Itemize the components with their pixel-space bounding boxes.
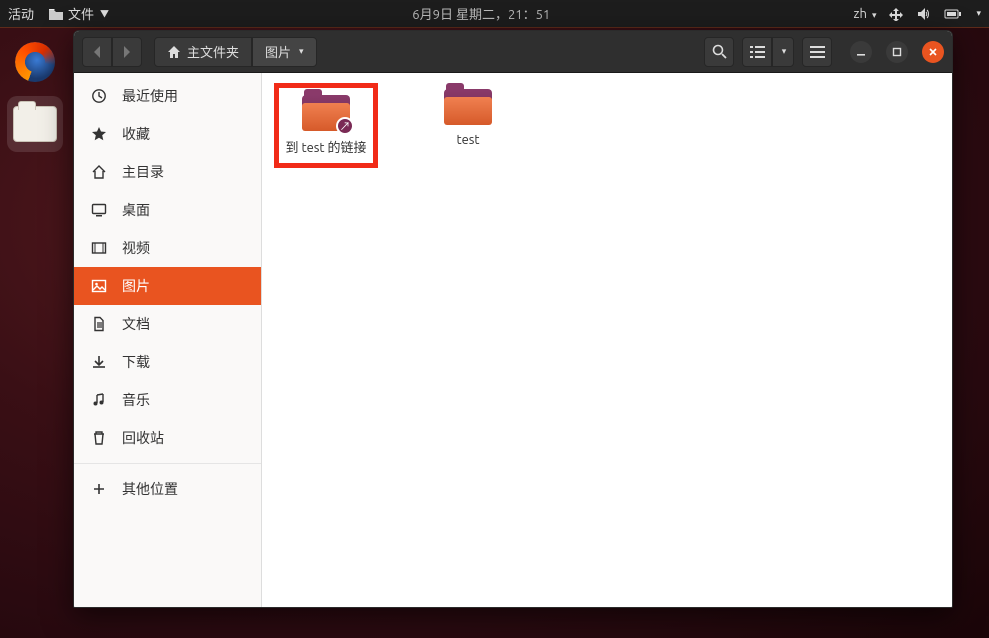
sidebar-item-videos[interactable]: 视频 [74, 229, 261, 267]
icon-view[interactable]: ↗ 到 test 的链接 test [262, 73, 952, 607]
maximize-button[interactable] [886, 41, 908, 63]
clock-icon [90, 88, 108, 104]
sidebar-item-label: 收藏 [122, 124, 150, 144]
folder-icon [48, 7, 64, 21]
sidebar-item-desktop[interactable]: 桌面 [74, 191, 261, 229]
home-icon [167, 45, 181, 59]
chevron-down-icon: ▾ [872, 10, 877, 21]
sidebar-item-starred[interactable]: 收藏 [74, 115, 261, 153]
back-button[interactable] [82, 37, 112, 67]
clock[interactable]: 6月9日 星期二，21：51 [109, 4, 854, 23]
hamburger-icon [810, 45, 825, 58]
chevron-down-icon: ▾ [299, 46, 304, 57]
plus-icon [90, 482, 108, 496]
sidebar-item-label: 其他位置 [122, 479, 178, 499]
shortcut-badge-icon: ↗ [336, 117, 354, 135]
nav-buttons [82, 37, 142, 67]
star-icon [90, 126, 108, 142]
close-icon [928, 47, 938, 57]
volume-icon[interactable] [916, 7, 932, 21]
file-label: test [456, 133, 479, 147]
view-switcher: ▾ [742, 37, 794, 67]
music-icon [90, 392, 108, 408]
network-icon[interactable] [888, 7, 904, 21]
sidebar-item-label: 主目录 [122, 162, 164, 182]
minimize-button[interactable] [850, 41, 872, 63]
sidebar-item-label: 图片 [122, 276, 150, 296]
files-icon [13, 106, 57, 142]
pictures-icon [90, 278, 108, 294]
file-label: 到 test 的链接 [286, 139, 367, 158]
places-sidebar: 最近使用 收藏 主目录 桌面 视频 图片 [74, 73, 262, 607]
firefox-icon [15, 42, 55, 82]
download-icon [90, 354, 108, 370]
desktop-icon [90, 202, 108, 218]
file-item-folder[interactable]: test [420, 87, 516, 147]
maximize-icon [892, 47, 902, 57]
sidebar-item-other-locations[interactable]: 其他位置 [74, 470, 261, 508]
search-icon [712, 44, 727, 59]
sidebar-item-label: 桌面 [122, 200, 150, 220]
dock-item-firefox[interactable] [7, 34, 63, 90]
search-button[interactable] [704, 37, 734, 67]
path-segment-current[interactable]: 图片 ▾ [252, 37, 317, 67]
sidebar-item-home[interactable]: 主目录 [74, 153, 261, 191]
sidebar-item-label: 回收站 [122, 428, 164, 448]
sidebar-item-pictures[interactable]: 图片 [74, 267, 261, 305]
sidebar-item-music[interactable]: 音乐 [74, 381, 261, 419]
input-method-indicator[interactable]: zh ▾ [854, 7, 877, 21]
chevron-down-icon: ▾ [782, 46, 787, 57]
activities-button[interactable]: 活动 [8, 4, 34, 23]
sidebar-item-label: 文档 [122, 314, 150, 334]
path-segment-home[interactable]: 主文件夹 [154, 37, 252, 67]
path-home-label: 主文件夹 [187, 42, 239, 61]
list-icon [750, 45, 765, 58]
sidebar-item-label: 视频 [122, 238, 150, 258]
sidebar-item-label: 最近使用 [122, 86, 178, 106]
home-icon [90, 164, 108, 180]
chevron-down-icon: ▾ [976, 8, 981, 19]
sidebar-item-downloads[interactable]: 下载 [74, 343, 261, 381]
list-view-button[interactable] [742, 37, 772, 67]
chevron-left-icon [92, 45, 102, 59]
sidebar-item-label: 音乐 [122, 390, 150, 410]
dock [0, 28, 70, 638]
files-window: 主文件夹 图片 ▾ ▾ [73, 30, 953, 608]
dock-item-files[interactable] [7, 96, 63, 152]
chevron-right-icon [122, 45, 132, 59]
path-current-label: 图片 [265, 42, 291, 61]
sidebar-item-recent[interactable]: 最近使用 [74, 77, 261, 115]
sidebar-item-documents[interactable]: 文档 [74, 305, 261, 343]
view-options-button[interactable]: ▾ [772, 37, 794, 67]
battery-icon[interactable] [944, 8, 962, 20]
file-item-link[interactable]: ↗ 到 test 的链接 [278, 87, 374, 164]
app-menu[interactable]: 文件 ▼ [48, 4, 109, 23]
window-controls [850, 41, 944, 63]
trash-icon [90, 430, 108, 446]
app-menu-label: 文件 [68, 4, 94, 23]
top-panel: 活动 文件 ▼ 6月9日 星期二，21：51 zh ▾ ▾ [0, 0, 989, 28]
documents-icon [90, 316, 108, 332]
sidebar-separator [74, 463, 261, 464]
main-area: 最近使用 收藏 主目录 桌面 视频 图片 [74, 73, 952, 607]
headerbar: 主文件夹 图片 ▾ ▾ [74, 31, 952, 73]
sidebar-item-trash[interactable]: 回收站 [74, 419, 261, 457]
input-method-label: zh [854, 7, 867, 21]
hamburger-menu-button[interactable] [802, 37, 832, 67]
close-button[interactable] [922, 41, 944, 63]
minimize-icon [856, 47, 866, 57]
sidebar-item-label: 下载 [122, 352, 150, 372]
video-icon [90, 240, 108, 256]
folder-icon [444, 87, 492, 125]
folder-link-icon: ↗ [302, 93, 350, 131]
path-bar: 主文件夹 图片 ▾ [154, 37, 317, 67]
forward-button[interactable] [112, 37, 142, 67]
chevron-down-icon: ▼ [100, 7, 109, 20]
